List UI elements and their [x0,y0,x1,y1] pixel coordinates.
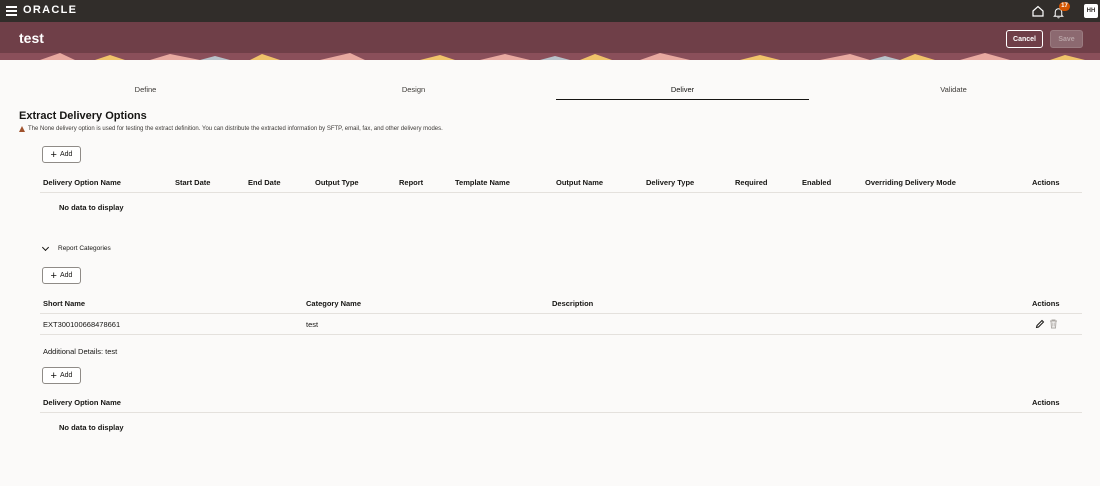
warning-message: The None delivery option is used for tes… [19,126,443,132]
col-overriding-delivery-mode[interactable]: Overriding Delivery Mode [865,178,956,187]
table-divider [40,192,1082,193]
user-avatar[interactable]: HH [1084,4,1098,18]
notifications-button[interactable]: 17 [1052,2,1070,19]
delete-icon[interactable] [1049,319,1058,329]
col-delivery-type[interactable]: Delivery Type [646,178,694,187]
tab-define[interactable]: Define [19,82,272,100]
menu-icon[interactable] [6,6,17,16]
col-output-name[interactable]: Output Name [556,178,603,187]
col-report[interactable]: Report [399,178,423,187]
col-actions: Actions [1032,398,1060,407]
global-header: ORACLE 17 HH [0,0,1100,22]
decorative-pattern [0,53,1100,60]
col-category-name[interactable]: Category Name [306,299,361,308]
col-template-name[interactable]: Template Name [455,178,510,187]
col-short-name[interactable]: Short Name [43,299,85,308]
tab-validate[interactable]: Validate [827,82,1080,100]
add-label: Add [59,272,73,279]
col-required[interactable]: Required [735,178,768,187]
col-enabled[interactable]: Enabled [802,178,831,187]
notification-count-badge: 17 [1059,2,1070,11]
col-actions: Actions [1032,299,1060,308]
plus-icon: + [50,148,57,161]
warning-icon [19,126,25,132]
table-divider [40,334,1082,335]
warning-text: The None delivery option is used for tes… [28,126,443,132]
col-delivery-option-name[interactable]: Delivery Option Name [43,398,121,407]
col-output-type[interactable]: Output Type [315,178,359,187]
cancel-button[interactable]: Cancel [1006,30,1043,48]
tab-deliver[interactable]: Deliver [556,82,809,100]
cell-category-name: test [306,320,319,329]
add-label: Add [59,151,73,158]
oracle-logo[interactable]: ORACLE [23,4,77,16]
col-actions: Actions [1032,178,1060,187]
col-end-date[interactable]: End Date [248,178,281,187]
train-stops: Define Design Deliver Validate [19,82,1081,100]
chevron-down-icon [41,243,50,251]
col-delivery-option-name[interactable]: Delivery Option Name [43,178,121,187]
add-report-category-button[interactable]: + Add [42,267,81,284]
col-start-date[interactable]: Start Date [175,178,210,187]
plus-icon: + [50,369,57,382]
add-additional-delivery-button[interactable]: + Add [42,367,81,384]
home-icon[interactable] [1031,4,1045,18]
cell-short-name: EXT300100668478661 [43,320,121,329]
edit-icon[interactable] [1035,319,1045,329]
save-button[interactable]: Save [1050,30,1083,48]
report-categories-label: Report Categories [58,245,111,252]
plus-icon: + [50,269,57,282]
additional-details-label: Additional Details: test [43,347,118,356]
tab-design[interactable]: Design [287,82,540,100]
section-title: Extract Delivery Options [19,110,147,122]
empty-message: No data to display [59,203,124,212]
add-label: Add [59,372,73,379]
table-divider [40,412,1082,413]
page-title: test [19,30,44,46]
add-delivery-option-button[interactable]: + Add [42,146,81,163]
col-description[interactable]: Description [552,299,593,308]
report-categories-toggle[interactable]: Report Categories [41,243,111,252]
table-divider [40,313,1082,314]
empty-message: No data to display [59,423,124,432]
page-header-banner: test Cancel Save [0,22,1100,60]
